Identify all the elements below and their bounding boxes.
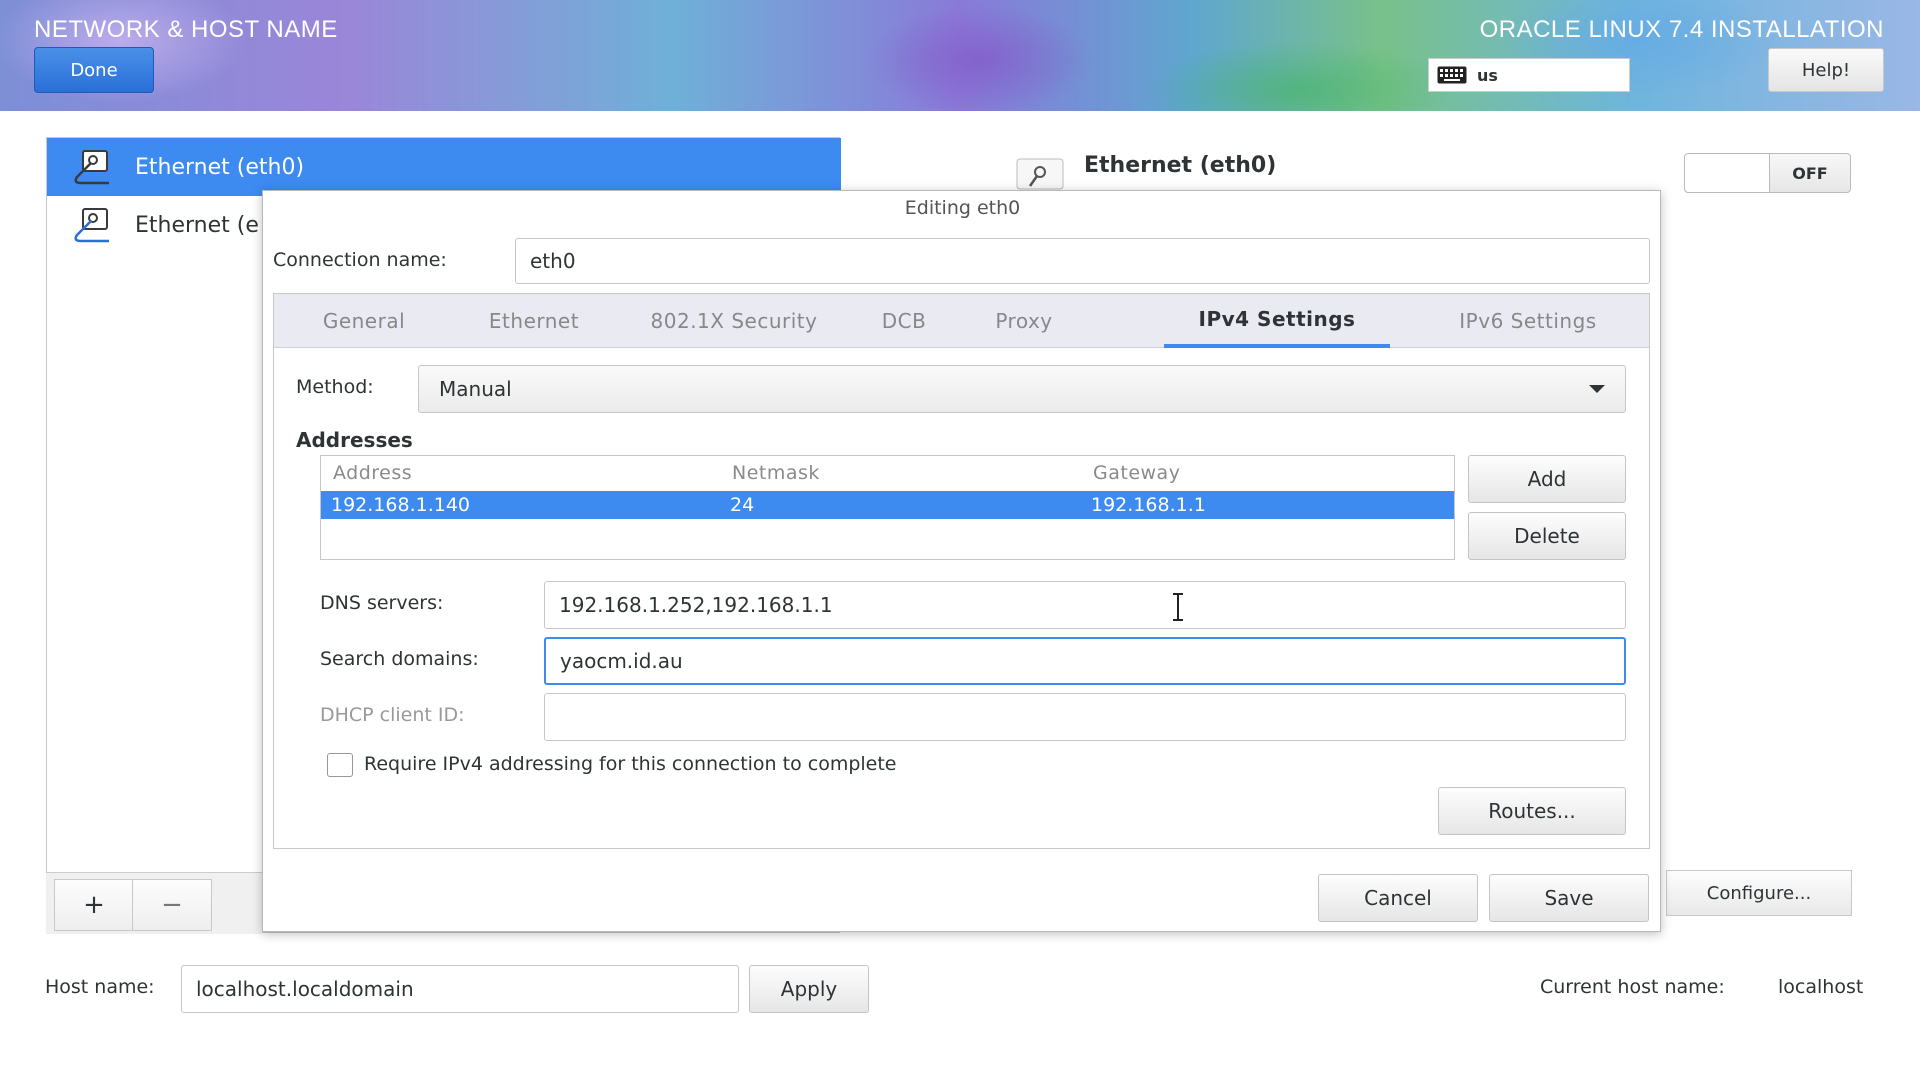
remove-connection-button[interactable]: − [132,879,212,931]
configure-button[interactable]: Configure... [1666,870,1852,916]
connection-toggle[interactable]: OFF [1684,153,1851,193]
header-banner: NETWORK & HOST NAME Done ORACLE LINUX 7.… [0,0,1920,111]
netmask-cell[interactable]: 24 [730,494,754,516]
network-wired-icon [74,208,109,243]
search-domains-input[interactable]: yaocm.id.au [544,637,1626,685]
keyboard-layout-indicator[interactable]: us [1428,58,1630,92]
routes-button[interactable]: Routes... [1438,787,1626,835]
column-header-address[interactable]: Address [333,462,412,484]
keyboard-icon [1437,66,1467,84]
product-title: ORACLE LINUX 7.4 INSTALLATION [1479,16,1884,43]
column-header-gateway[interactable]: Gateway [1093,462,1180,484]
tab-dcb[interactable]: DCB [854,294,954,348]
help-button[interactable]: Help! [1768,48,1884,92]
tab-proxy[interactable]: Proxy [964,294,1084,348]
toggle-knob [1685,154,1770,192]
table-row[interactable]: 192.168.1.140 24 192.168.1.1 [321,491,1454,519]
connection-item-eth0[interactable]: Ethernet (eth0) [47,138,841,196]
tab-8021x-security[interactable]: 802.1X Security [624,294,844,348]
method-select[interactable]: Manual [418,365,1626,413]
connection-detail-title: Ethernet (eth0) [1084,153,1277,178]
current-hostname-value: localhost [1778,976,1864,998]
connection-name-label: Connection name: [273,249,447,271]
search-domains-label: Search domains: [320,648,479,670]
tab-ipv6-settings[interactable]: IPv6 Settings [1420,294,1636,348]
add-connection-button[interactable]: + [54,879,134,931]
list-toolbar: + − [46,872,262,934]
require-ipv4-label[interactable]: Require IPv4 addressing for this connect… [364,753,897,775]
edit-connection-dialog: Editing eth0 Connection name: eth0 Gener… [262,190,1661,932]
tab-ipv4-settings[interactable]: IPv4 Settings [1164,294,1390,348]
column-header-netmask[interactable]: Netmask [732,462,820,484]
dhcp-client-id-label: DHCP client ID: [320,704,465,726]
delete-address-button[interactable]: Delete [1468,512,1626,560]
hostname-label: Host name: [45,976,155,998]
dns-servers-label: DNS servers: [320,592,444,614]
add-address-button[interactable]: Add [1468,455,1626,503]
done-button[interactable]: Done [34,47,154,93]
tab-ethernet[interactable]: Ethernet [454,294,614,348]
gateway-cell[interactable]: 192.168.1.1 [1091,494,1206,516]
method-label: Method: [296,376,374,398]
network-wired-icon [74,150,109,185]
connection-label: Ethernet (eth0) [135,154,305,180]
keyboard-layout-label: us [1477,65,1498,85]
hostname-input[interactable]: localhost.localdomain [181,965,739,1013]
page-title: NETWORK & HOST NAME [34,16,338,43]
text-cursor-icon [1173,593,1183,621]
save-button[interactable]: Save [1489,874,1649,922]
dialog-title: Editing eth0 [904,197,1021,219]
tab-strip: General Ethernet 802.1X Security DCB Pro… [274,294,1649,348]
network-wired-icon [1016,158,1064,190]
tab-general[interactable]: General [284,294,444,348]
require-ipv4-checkbox[interactable] [327,753,353,777]
connection-label: Ethernet (e [135,212,259,238]
addresses-table: Address Netmask Gateway 192.168.1.140 24… [320,455,1455,560]
cancel-button[interactable]: Cancel [1318,874,1478,922]
chevron-down-icon [1589,385,1605,393]
connection-name-input[interactable]: eth0 [515,238,1650,284]
addresses-heading: Addresses [296,428,413,452]
toggle-state-label: OFF [1792,163,1828,183]
settings-tabs-panel: General Ethernet 802.1X Security DCB Pro… [273,293,1650,849]
dns-servers-input[interactable]: 192.168.1.252,192.168.1.1 [544,581,1626,629]
dhcp-client-id-input[interactable] [544,693,1626,741]
method-value: Manual [439,377,512,401]
address-cell[interactable]: 192.168.1.140 [331,494,470,516]
current-hostname-label: Current host name: [1540,976,1725,998]
apply-button[interactable]: Apply [749,965,869,1013]
